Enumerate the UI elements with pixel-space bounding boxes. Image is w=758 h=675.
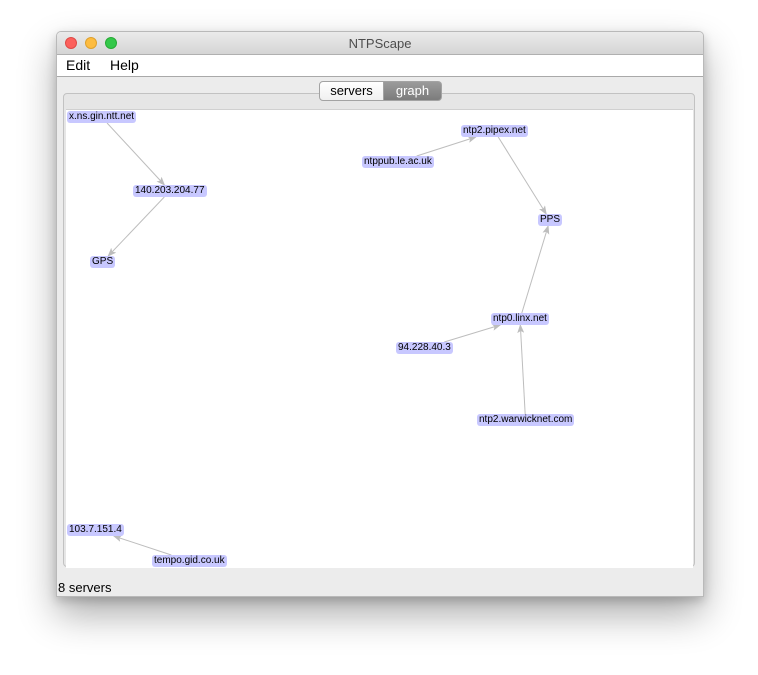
graph-edges [106, 122, 550, 556]
status-text: 8 servers [58, 580, 112, 595]
tab-graph[interactable]: graph [384, 81, 442, 101]
graph-node[interactable]: 94.228.40.3 [396, 342, 453, 354]
menu-help[interactable]: Help [110, 57, 139, 73]
graph-edge [497, 136, 547, 215]
graph-edge [106, 122, 166, 186]
title-bar[interactable]: NTPScape [57, 32, 703, 55]
graph-node[interactable]: ntp0.linx.net [491, 313, 549, 325]
graph-edge [444, 323, 502, 343]
graph-edge [107, 196, 165, 257]
graph-node[interactable]: tempo.gid.co.uk [152, 555, 227, 567]
graph-node[interactable]: ntp2.warwicknet.com [477, 414, 575, 426]
graph-node[interactable]: PPS [538, 214, 563, 226]
graph-edge [112, 535, 172, 556]
graph-edge [517, 324, 526, 415]
graph-node[interactable]: 140.203.204.77 [133, 185, 207, 197]
graph-edge [416, 136, 477, 157]
graph-node[interactable]: 103.7.151.4 [67, 524, 124, 536]
menu-edit[interactable]: Edit [66, 57, 90, 73]
graph-node[interactable]: x.ns.gin.ntt.net [67, 111, 137, 123]
window-title: NTPScape [348, 36, 412, 51]
graph-canvas[interactable]: x.ns.gin.ntt.net 140.203.204.77 GPS ntp2.pi… [66, 109, 693, 568]
menu-bar: Edit Help [57, 55, 703, 77]
graph-edge [521, 225, 550, 314]
graph-node[interactable]: ntp2.pipex.net [461, 125, 528, 137]
tab-servers[interactable]: servers [319, 81, 384, 101]
app-window: NTPScape Edit Help servers graph x.ns.gi… [56, 31, 704, 597]
tab-bar: servers graph [319, 81, 442, 101]
graph-node[interactable]: GPS [90, 256, 116, 268]
graph-node[interactable]: ntppub.le.ac.uk [362, 156, 434, 168]
